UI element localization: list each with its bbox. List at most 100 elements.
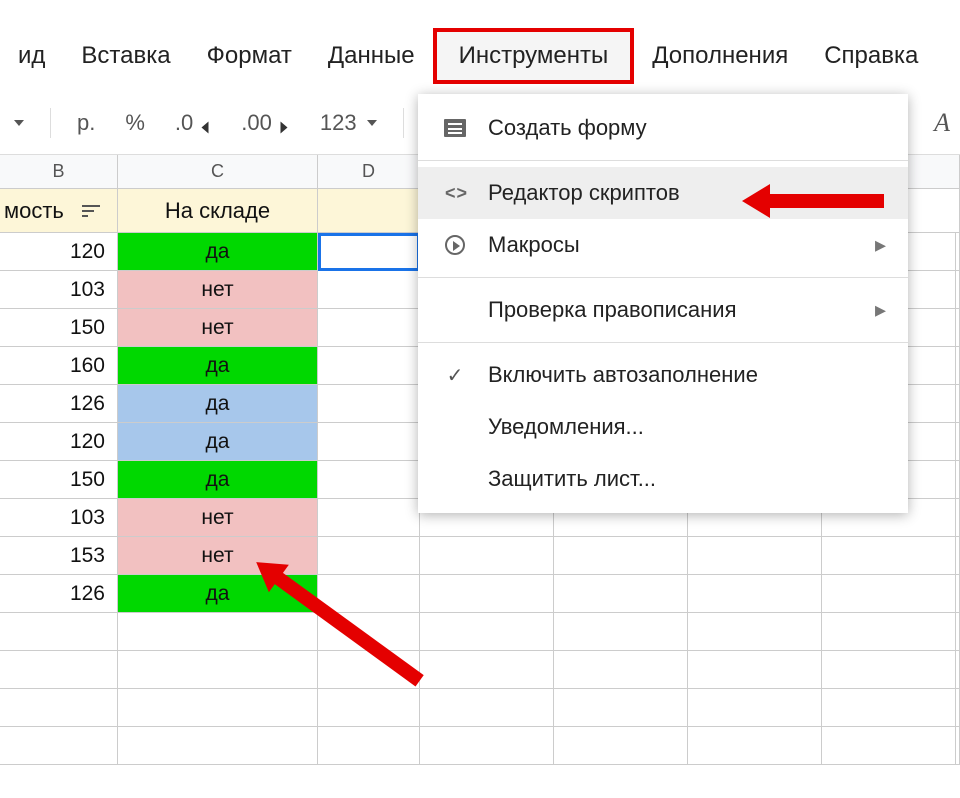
empty-cell[interactable] bbox=[822, 689, 956, 727]
menu-notifications[interactable]: Уведомления... bbox=[418, 401, 908, 453]
stock-cell[interactable]: нет bbox=[118, 537, 318, 575]
empty-cell[interactable] bbox=[688, 727, 822, 765]
empty-cell[interactable] bbox=[0, 689, 118, 727]
empty-cell[interactable] bbox=[956, 537, 960, 575]
menu-tools[interactable]: Инструменты bbox=[433, 28, 635, 84]
empty-cell[interactable] bbox=[956, 613, 960, 651]
empty-cell[interactable] bbox=[822, 651, 956, 689]
empty-cell[interactable] bbox=[318, 233, 420, 271]
empty-cell[interactable] bbox=[318, 309, 420, 347]
empty-cell[interactable] bbox=[554, 537, 688, 575]
empty-cell[interactable] bbox=[688, 575, 822, 613]
empty-cell[interactable] bbox=[822, 537, 956, 575]
empty-cell[interactable] bbox=[420, 575, 554, 613]
menu-create-form[interactable]: Создать форму bbox=[418, 102, 908, 154]
empty-cell[interactable] bbox=[318, 271, 420, 309]
empty-cell[interactable] bbox=[554, 651, 688, 689]
menu-insert[interactable]: Вставка bbox=[63, 34, 188, 78]
header-cell-d[interactable] bbox=[318, 189, 420, 233]
menu-macros[interactable]: Макросы ▸ bbox=[418, 219, 908, 271]
empty-cell[interactable] bbox=[956, 651, 960, 689]
empty-cell[interactable] bbox=[118, 613, 318, 651]
header-cell-c[interactable]: На складе bbox=[118, 189, 318, 233]
empty-cell[interactable] bbox=[420, 689, 554, 727]
empty-cell[interactable] bbox=[318, 689, 420, 727]
text-color-partial[interactable]: A bbox=[924, 102, 960, 144]
stock-cell[interactable]: да bbox=[118, 233, 318, 271]
menu-script-editor[interactable]: Редактор скриптов bbox=[418, 167, 908, 219]
empty-cell[interactable] bbox=[318, 461, 420, 499]
empty-cell[interactable] bbox=[318, 347, 420, 385]
empty-cell[interactable] bbox=[420, 651, 554, 689]
value-cell[interactable]: 120 bbox=[0, 423, 118, 461]
empty-cell[interactable] bbox=[956, 461, 960, 499]
empty-cell[interactable] bbox=[554, 575, 688, 613]
currency-button[interactable]: р. bbox=[67, 104, 105, 142]
value-cell[interactable]: 126 bbox=[0, 385, 118, 423]
empty-cell[interactable] bbox=[554, 689, 688, 727]
empty-cell[interactable] bbox=[318, 537, 420, 575]
value-cell[interactable]: 120 bbox=[0, 233, 118, 271]
empty-cell[interactable] bbox=[318, 385, 420, 423]
empty-cell[interactable] bbox=[118, 689, 318, 727]
empty-cell[interactable] bbox=[118, 727, 318, 765]
empty-cell[interactable] bbox=[318, 727, 420, 765]
col-header-b[interactable]: B bbox=[0, 155, 118, 188]
increase-decimal-button[interactable]: .00 bbox=[231, 104, 300, 142]
empty-cell[interactable] bbox=[420, 613, 554, 651]
empty-cell[interactable] bbox=[688, 537, 822, 575]
number-format-button[interactable]: 123 bbox=[310, 104, 387, 142]
value-cell[interactable]: 160 bbox=[0, 347, 118, 385]
col-header-c[interactable]: C bbox=[118, 155, 318, 188]
stock-cell[interactable]: да bbox=[118, 347, 318, 385]
value-cell[interactable]: 103 bbox=[0, 271, 118, 309]
empty-cell[interactable] bbox=[688, 651, 822, 689]
menu-autocomplete[interactable]: Включить автозаполнение bbox=[418, 349, 908, 401]
empty-cell[interactable] bbox=[318, 423, 420, 461]
empty-cell[interactable] bbox=[956, 499, 960, 537]
empty-cell[interactable] bbox=[688, 689, 822, 727]
menu-addons[interactable]: Дополнения bbox=[634, 34, 806, 78]
empty-cell[interactable] bbox=[554, 613, 688, 651]
empty-cell[interactable] bbox=[956, 689, 960, 727]
empty-cell[interactable] bbox=[956, 575, 960, 613]
empty-cell[interactable] bbox=[956, 271, 960, 309]
menu-protect-sheet[interactable]: Защитить лист... bbox=[418, 453, 908, 505]
empty-cell[interactable] bbox=[956, 309, 960, 347]
empty-cell[interactable] bbox=[554, 727, 688, 765]
empty-cell[interactable] bbox=[822, 575, 956, 613]
empty-cell[interactable] bbox=[956, 385, 960, 423]
empty-cell[interactable] bbox=[688, 613, 822, 651]
menu-help[interactable]: Справка bbox=[806, 34, 936, 78]
col-header-d[interactable]: D bbox=[318, 155, 420, 188]
empty-cell[interactable] bbox=[420, 537, 554, 575]
toolbar-dropdown[interactable] bbox=[0, 114, 34, 132]
menu-format[interactable]: Формат bbox=[189, 34, 310, 78]
empty-cell[interactable] bbox=[0, 651, 118, 689]
percent-button[interactable]: % bbox=[115, 104, 155, 142]
decrease-decimal-button[interactable]: .0 bbox=[165, 104, 221, 142]
value-cell[interactable]: 126 bbox=[0, 575, 118, 613]
empty-cell[interactable] bbox=[118, 651, 318, 689]
stock-cell[interactable]: нет bbox=[118, 309, 318, 347]
empty-cell[interactable] bbox=[318, 575, 420, 613]
empty-cell[interactable] bbox=[0, 727, 118, 765]
empty-cell[interactable] bbox=[822, 727, 956, 765]
empty-cell[interactable] bbox=[420, 727, 554, 765]
value-cell[interactable]: 103 bbox=[0, 499, 118, 537]
stock-cell[interactable]: нет bbox=[118, 271, 318, 309]
value-cell[interactable]: 153 bbox=[0, 537, 118, 575]
empty-cell[interactable] bbox=[956, 727, 960, 765]
empty-cell[interactable] bbox=[956, 347, 960, 385]
menu-data[interactable]: Данные bbox=[310, 34, 433, 78]
value-cell[interactable]: 150 bbox=[0, 461, 118, 499]
empty-cell[interactable] bbox=[822, 613, 956, 651]
stock-cell[interactable]: да bbox=[118, 385, 318, 423]
empty-cell[interactable] bbox=[318, 499, 420, 537]
empty-cell[interactable] bbox=[956, 233, 960, 271]
menu-spellcheck[interactable]: Проверка правописания ▸ bbox=[418, 284, 908, 336]
empty-cell[interactable] bbox=[956, 423, 960, 461]
stock-cell[interactable]: да bbox=[118, 423, 318, 461]
value-cell[interactable]: 150 bbox=[0, 309, 118, 347]
empty-cell[interactable] bbox=[0, 613, 118, 651]
